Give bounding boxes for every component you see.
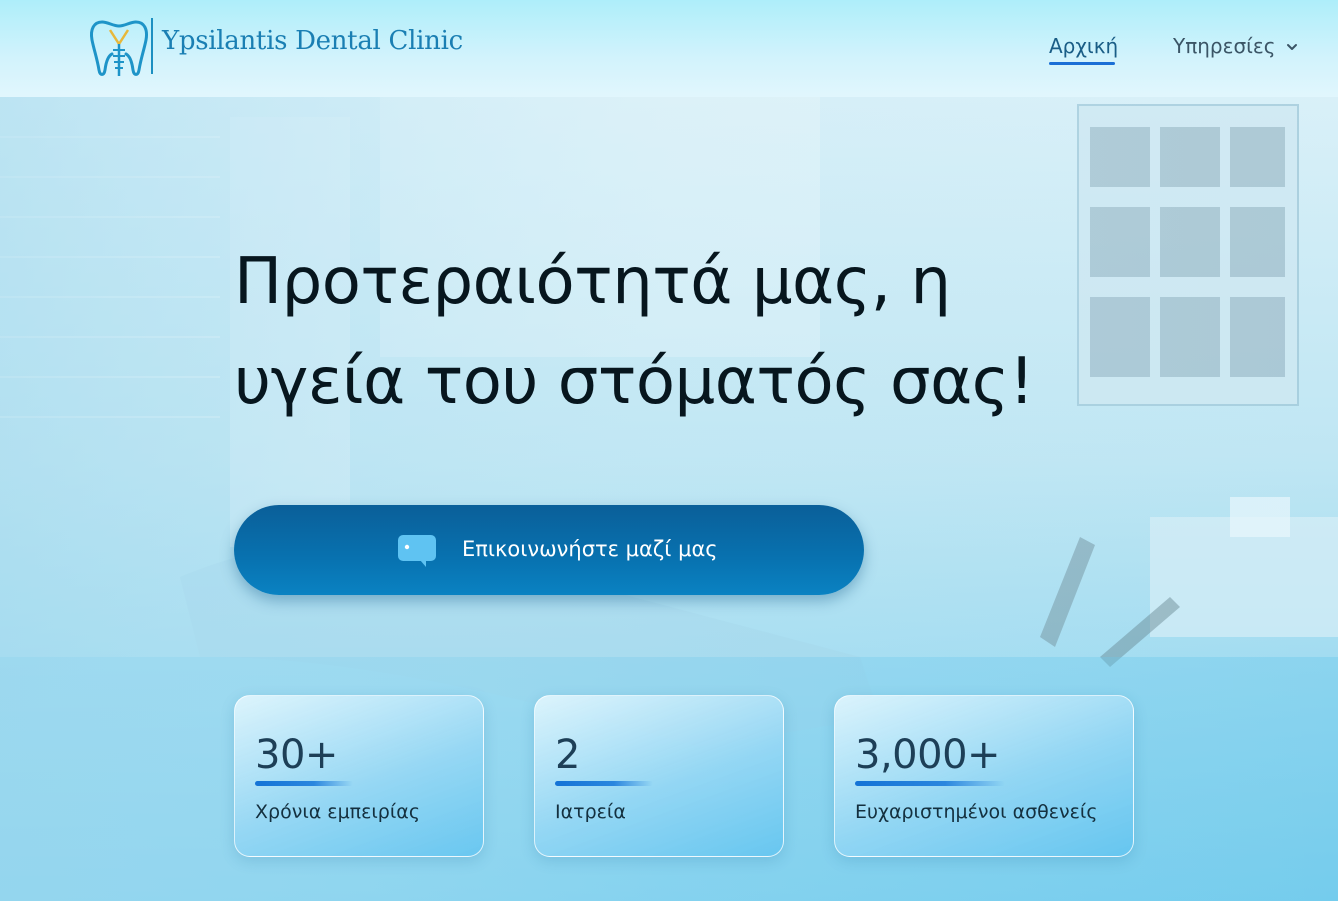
stat-label: Χρόνια εμπειρίας — [255, 801, 420, 823]
stat-value: 3,000+ — [855, 732, 1001, 778]
stat-card-clinics: 2 Ιατρεία — [534, 695, 784, 857]
stat-card-patients: 3,000+ Ευχαριστημένοι ασθενείς — [834, 695, 1134, 857]
hero-headline-line-1: Προτεραιότητά μας, η — [234, 245, 951, 319]
stat-label: Ευχαριστημένοι ασθενείς — [855, 801, 1098, 823]
chevron-down-icon[interactable] — [1285, 40, 1299, 54]
nav-item-home[interactable]: Αρχική — [1049, 34, 1118, 58]
stat-label: Ιατρεία — [555, 801, 626, 823]
logo-divider — [151, 18, 153, 74]
contact-us-button[interactable]: Επικοινωνήστε μαζί μας — [234, 505, 864, 595]
contact-us-label: Επικοινωνήστε μαζί μας — [462, 537, 718, 561]
site-header: Ypsilantis Dental Clinic Αρχική Υπηρεσίε… — [0, 0, 1338, 97]
stat-underline — [555, 781, 653, 786]
stat-underline — [255, 781, 353, 786]
nav-item-services[interactable]: Υπηρεσίες — [1173, 34, 1275, 58]
stat-underline — [855, 781, 1005, 786]
stat-card-experience: 30+ Χρόνια εμπειρίας — [234, 695, 484, 857]
brand-name[interactable]: Ypsilantis Dental Clinic — [162, 26, 463, 56]
stat-value: 2 — [555, 732, 580, 778]
hero-section: Προτεραιότητά μας, η υγεία του στόματός … — [0, 97, 1338, 901]
hero-headline: Προτεραιότητά μας, η υγεία του στόματός … — [234, 232, 1134, 432]
stat-value: 30+ — [255, 732, 338, 778]
tooth-implant-logo-icon[interactable] — [88, 14, 150, 80]
chat-bubble-icon — [398, 535, 436, 567]
active-nav-indicator — [1049, 62, 1115, 65]
hero-headline-line-2: υγεία του στόματός σας! — [234, 345, 1034, 419]
